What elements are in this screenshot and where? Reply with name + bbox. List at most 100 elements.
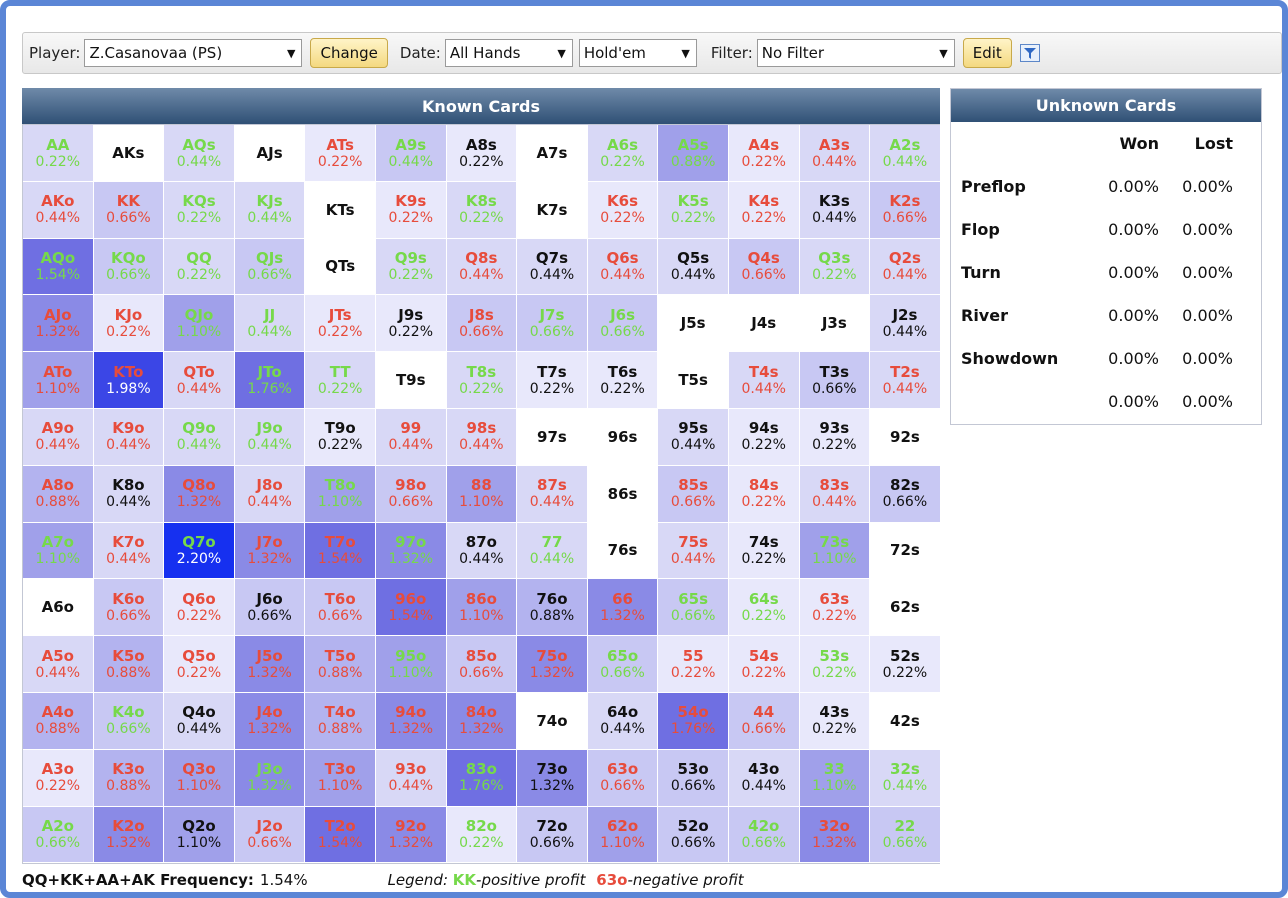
hand-cell-65s[interactable]: 65s 0.66% [658,579,729,637]
hand-cell-73o[interactable]: 73o 1.32% [517,749,588,807]
hand-cell-T2s[interactable]: T2s 0.44% [870,352,941,409]
hand-cell-A2o[interactable]: A2o 0.66% [23,806,94,864]
hand-cell-T7s[interactable]: T7s 0.22% [517,352,588,409]
hand-cell-JTo[interactable]: JTo 1.76% [234,352,306,409]
hand-cell-K7o[interactable]: K7o 0.44% [93,522,165,580]
hand-cell-AKo[interactable]: AKo 0.44% [23,181,94,239]
hand-cell-98o[interactable]: 98o 0.66% [375,465,447,523]
hand-cell-87o[interactable]: 87o 0.44% [446,522,518,580]
hand-cell-97o[interactable]: 97o 1.32% [375,522,447,580]
hand-cell-T9o[interactable]: T9o 0.22% [305,408,376,466]
hand-cell-K3s[interactable]: K3s 0.44% [799,181,871,239]
hand-cell-QTs[interactable]: QTs [305,238,376,296]
hand-cell-K7s[interactable]: K7s [517,181,588,239]
hand-cell-84o[interactable]: 84o 1.32% [446,692,518,750]
hand-cell-82s[interactable]: 82s 0.66% [870,465,941,523]
hand-cell-Q9s[interactable]: Q9s 0.22% [375,238,447,296]
hand-cell-A4o[interactable]: A4o 0.88% [23,692,94,750]
hand-cell-84s[interactable]: 84s 0.22% [728,465,800,523]
hand-cell-K3o[interactable]: K3o 0.88% [93,749,165,807]
date-select[interactable]: All Hands ▼ [444,39,573,67]
hand-cell-65o[interactable]: 65o 0.66% [587,636,659,693]
hand-cell-AQo[interactable]: AQo 1.54% [23,238,94,296]
hand-cell-32s[interactable]: 32s 0.44% [870,749,941,807]
hand-cell-A3s[interactable]: A3s 0.44% [799,125,871,182]
hand-cell-K9s[interactable]: K9s 0.22% [375,181,447,239]
hand-cell-Q6s[interactable]: Q6s 0.44% [587,238,659,296]
hand-cell-Q2s[interactable]: Q2s 0.44% [870,238,941,296]
hand-cell-J3s[interactable]: J3s [799,295,871,353]
hand-cell-A4s[interactable]: A4s 0.22% [728,125,800,182]
hand-cell-82o[interactable]: 82o 0.22% [446,806,518,864]
hand-cell-96s[interactable]: 96s [587,408,659,466]
hand-cell-T6s[interactable]: T6s 0.22% [587,352,659,409]
hand-cell-83o[interactable]: 83o 1.76% [446,749,518,807]
hand-cell-92s[interactable]: 92s [870,408,941,466]
filter-funnel-icon[interactable] [1019,44,1040,62]
hand-cell-T4s[interactable]: T4s 0.44% [728,352,800,409]
hand-cell-A6s[interactable]: A6s 0.22% [587,125,659,182]
hand-cell-Q5o[interactable]: Q5o 0.22% [164,636,235,693]
hand-cell-85o[interactable]: 85o 0.66% [446,636,518,693]
hand-cell-Q4o[interactable]: Q4o 0.44% [164,692,235,750]
game-select[interactable]: Hold'em ▼ [578,39,697,67]
hand-cell-ATs[interactable]: ATs 0.22% [305,125,376,182]
hand-cell-K8o[interactable]: K8o 0.44% [93,465,165,523]
hand-cell-T3s[interactable]: T3s 0.66% [799,352,871,409]
hand-cell-72s[interactable]: 72s [870,522,941,580]
hand-cell-J2s[interactable]: J2s 0.44% [870,295,941,353]
hand-cell-88[interactable]: 88 1.10% [446,465,518,523]
hand-cell-93s[interactable]: 93s 0.22% [799,408,871,466]
hand-cell-AJs[interactable]: AJs [234,125,306,182]
hand-cell-94o[interactable]: 94o 1.32% [375,692,447,750]
hand-cell-A9o[interactable]: A9o 0.44% [23,408,94,466]
hand-cell-43s[interactable]: 43s 0.22% [799,692,871,750]
hand-cell-95s[interactable]: 95s 0.44% [658,408,729,466]
hand-cell-A7o[interactable]: A7o 1.10% [23,522,94,580]
hand-cell-K9o[interactable]: K9o 0.44% [93,408,165,466]
hand-cell-A2s[interactable]: A2s 0.44% [870,125,941,182]
hand-cell-T6o[interactable]: T6o 0.66% [305,579,376,637]
hand-cell-KQs[interactable]: KQs 0.22% [164,181,235,239]
hand-cell-K4s[interactable]: K4s 0.22% [728,181,800,239]
hand-cell-42o[interactable]: 42o 0.66% [728,806,800,864]
hand-cell-76o[interactable]: 76o 0.88% [517,579,588,637]
hand-cell-KTs[interactable]: KTs [305,181,376,239]
hand-cell-62o[interactable]: 62o 1.10% [587,806,659,864]
hand-cell-54s[interactable]: 54s 0.22% [728,636,800,693]
hand-cell-54o[interactable]: 54o 1.76% [658,692,729,750]
hand-cell-Q2o[interactable]: Q2o 1.10% [164,806,235,864]
hand-cell-66[interactable]: 66 1.32% [587,579,659,637]
hand-cell-52s[interactable]: 52s 0.22% [870,636,941,693]
hand-cell-KJs[interactable]: KJs 0.44% [234,181,306,239]
hand-cell-52o[interactable]: 52o 0.66% [658,806,729,864]
hand-cell-T3o[interactable]: T3o 1.10% [305,749,376,807]
hand-cell-T8s[interactable]: T8s 0.22% [446,352,518,409]
hand-cell-T5o[interactable]: T5o 0.88% [305,636,376,693]
hand-cell-JJ[interactable]: JJ 0.44% [234,295,306,353]
player-select[interactable]: Z.Casanovaa (PS) ▼ [84,39,303,67]
hand-cell-Q7s[interactable]: Q7s 0.44% [517,238,588,296]
hand-cell-44[interactable]: 44 0.66% [728,692,800,750]
hand-cell-A3o[interactable]: A3o 0.22% [23,749,94,807]
hand-cell-AJo[interactable]: AJo 1.32% [23,295,94,353]
hand-cell-95o[interactable]: 95o 1.10% [375,636,447,693]
hand-cell-T5s[interactable]: T5s [658,352,729,409]
hand-cell-96o[interactable]: 96o 1.54% [375,579,447,637]
hand-cell-J7o[interactable]: J7o 1.32% [234,522,306,580]
hand-cell-J3o[interactable]: J3o 1.32% [234,749,306,807]
hand-cell-J8s[interactable]: J8s 0.66% [446,295,518,353]
hand-cell-63s[interactable]: 63s 0.22% [799,579,871,637]
hand-cell-K5o[interactable]: K5o 0.88% [93,636,165,693]
hand-cell-75s[interactable]: 75s 0.44% [658,522,729,580]
hand-cell-32o[interactable]: 32o 1.32% [799,806,871,864]
hand-cell-AA[interactable]: AA 0.22% [23,125,94,182]
hand-cell-J4o[interactable]: J4o 1.32% [234,692,306,750]
hand-cell-J7s[interactable]: J7s 0.66% [517,295,588,353]
hand-cell-QJo[interactable]: QJo 1.10% [164,295,235,353]
hand-cell-T2o[interactable]: T2o 1.54% [305,806,376,864]
hand-cell-A8s[interactable]: A8s 0.22% [446,125,518,182]
hand-cell-93o[interactable]: 93o 0.44% [375,749,447,807]
hand-cell-A5o[interactable]: A5o 0.44% [23,636,94,693]
hand-cell-42s[interactable]: 42s [870,692,941,750]
